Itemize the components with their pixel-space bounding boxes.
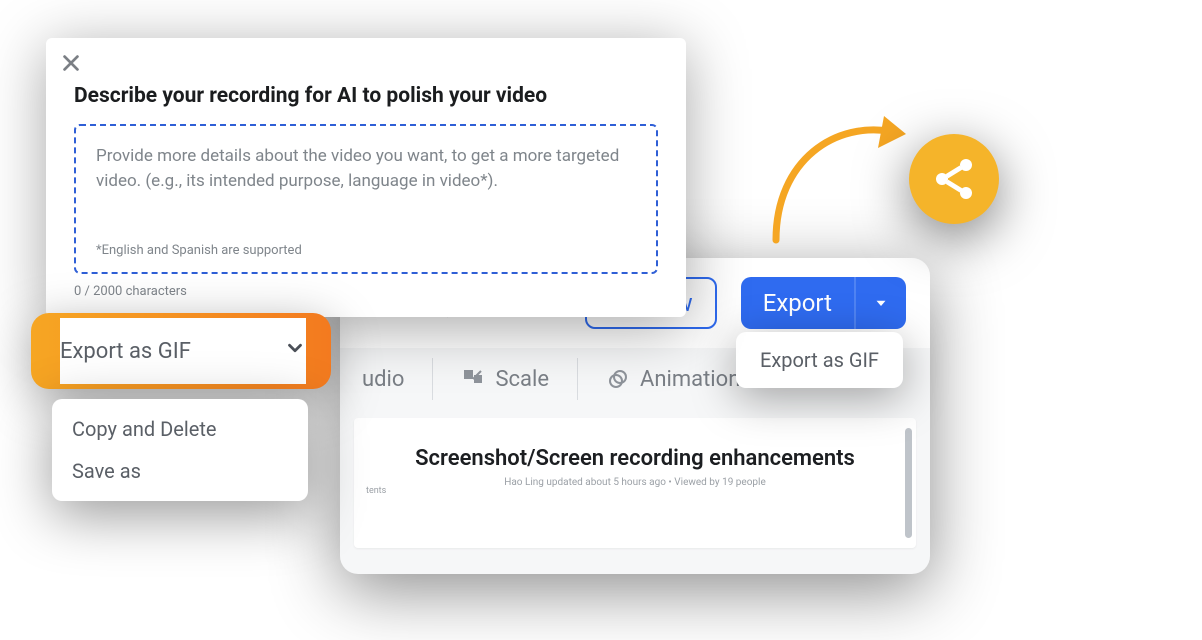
export-caret[interactable] [854,277,906,329]
tab-audio-label: udio [362,367,404,392]
document-meta: Hao Ling updated about 5 hours ago • Vie… [384,477,886,488]
tab-separator [577,358,578,400]
tab-animation-label: Animation [640,367,740,392]
chevron-down-icon [284,337,306,365]
close-icon[interactable] [60,52,82,74]
scrollbar[interactable] [905,428,912,538]
document-area: tents Screenshot/Screen recording enhanc… [354,418,916,548]
export-button[interactable]: Export [741,277,854,329]
export-option-gif[interactable]: Export as GIF [736,332,903,388]
doc-contents-label: tents [366,486,386,496]
ai-footnote: *English and Spanish are supported [96,243,636,258]
share-circle-button[interactable] [909,134,999,224]
export-gif-label: Export as GIF [60,339,191,364]
curved-arrow-icon [766,110,926,250]
tab-scale[interactable]: Scale [451,367,559,392]
tab-animation[interactable]: Animation [596,367,750,392]
export-gif-menu: Copy and Delete Save as [52,399,308,501]
ai-card-title: Describe your recording for AI to polish… [74,84,658,108]
menu-item-save-as[interactable]: Save as [72,459,288,483]
tab-scale-label: Scale [495,367,549,392]
tab-separator [432,358,433,400]
ai-placeholder: Provide more details about the video you… [96,144,636,193]
animation-icon [606,367,630,391]
export-gif-dropdown-trigger[interactable]: Export as GIF [31,313,331,389]
menu-item-copy-delete[interactable]: Copy and Delete [72,417,288,441]
ai-describe-card: Describe your recording for AI to polish… [46,38,686,317]
scale-icon [461,367,485,391]
export-split-button[interactable]: Export [741,277,906,329]
tab-audio[interactable]: udio [352,367,414,392]
document-title: Screenshot/Screen recording enhancements [384,446,886,471]
char-counter: 0 / 2000 characters [74,284,658,299]
share-icon [930,155,978,203]
ai-textarea[interactable]: Provide more details about the video you… [74,124,658,274]
